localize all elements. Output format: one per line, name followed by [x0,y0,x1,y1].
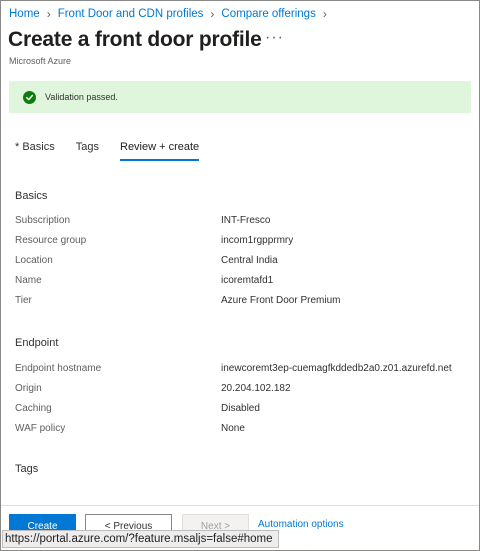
field-label: Resource group [15,235,87,246]
field-value: None [221,423,245,434]
field-label: Tier [15,295,32,306]
summary-row: Endpoint hostname inewcoremt3ep-cuemagfk… [15,363,475,374]
validation-message: Validation passed. [45,92,118,102]
validation-banner: Validation passed. [9,81,471,113]
field-label: Location [15,255,53,266]
summary-row: Caching Disabled [15,403,475,414]
chevron-right-icon: › [322,7,327,21]
check-circle-icon [23,90,36,104]
summary-row: WAF policy None [15,423,475,434]
field-value: Azure Front Door Premium [221,295,341,306]
field-label: Subscription [15,215,71,226]
section-title-tags: Tags [15,463,39,475]
summary-row: Subscription INT-Fresco [15,215,475,226]
more-options-button[interactable]: ··· [265,29,284,47]
page-title: Create a front door profile [8,28,262,51]
chevron-right-icon: › [46,7,51,21]
chevron-right-icon: › [210,7,215,21]
breadcrumb-compare-offerings[interactable]: Compare offerings [221,8,315,20]
field-label: Endpoint hostname [15,363,102,374]
automation-options-link[interactable]: Automation options [258,519,344,530]
summary-row: Resource group incom1rgpprmry [15,235,475,246]
create-front-door-page: Home › Front Door and CDN profiles › Com… [0,0,480,551]
breadcrumb-front-door-profiles[interactable]: Front Door and CDN profiles [58,8,204,20]
tab-basics[interactable]: * Basics [15,141,55,161]
field-label: Caching [15,403,52,414]
field-value: inewcoremt3ep-cuemagfkddedb2a0.z01.azure… [221,363,452,374]
tab-review-create[interactable]: Review + create [120,141,200,161]
browser-status-bar: https://portal.azure.com/?feature.msaljs… [2,530,279,548]
field-value: 20.204.102.182 [221,383,291,394]
tab-strip: * Basics Tags Review + create [15,141,220,161]
field-value: Central India [221,255,278,266]
section-title-endpoint: Endpoint [15,337,59,349]
breadcrumb-home[interactable]: Home [9,8,40,20]
summary-row: Name icoremtafd1 [15,275,475,286]
field-value: Disabled [221,403,260,414]
section-title-basics: Basics [15,190,48,202]
field-label: Name [15,275,42,286]
breadcrumb: Home › Front Door and CDN profiles › Com… [9,7,334,21]
field-value: icoremtafd1 [221,275,274,286]
field-value: INT-Fresco [221,215,271,226]
field-value: incom1rgpprmry [221,235,294,246]
field-label: Origin [15,383,42,394]
summary-row: Location Central India [15,255,475,266]
summary-row: Origin 20.204.102.182 [15,383,475,394]
footer-divider [1,505,479,506]
summary-row: Tier Azure Front Door Premium [15,295,475,306]
tab-tags[interactable]: Tags [76,141,99,161]
field-label: WAF policy [15,423,66,434]
page-subtitle: Microsoft Azure [9,56,72,66]
